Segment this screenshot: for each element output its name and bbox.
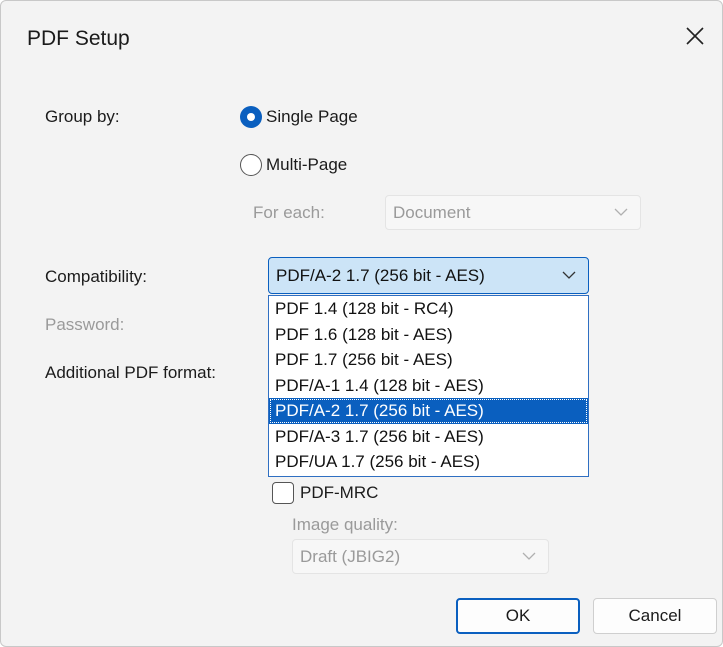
chevron-down-icon [522,552,536,560]
compatibility-selected-value: PDF/A-2 1.7 (256 bit - AES) [276,265,485,285]
single-page-label: Single Page [266,107,358,126]
dialog-title: PDF Setup [27,27,130,50]
radio-unchecked-indicator [240,154,262,176]
cancel-button[interactable]: Cancel [593,598,717,634]
close-icon [686,27,704,45]
radio-checked-indicator [240,106,262,128]
multi-page-label: Multi-Page [266,155,348,174]
image-quality-select[interactable]: Draft (JBIG2) [292,539,549,574]
compatibility-option[interactable]: PDF/UA 1.7 (256 bit - AES) [269,449,588,475]
image-quality-value: Draft (JBIG2) [300,546,401,566]
compatibility-option[interactable]: PDF/A-3 1.7 (256 bit - AES) [269,424,588,450]
pdf-mrc-checkbox[interactable]: PDF-MRC [272,482,378,504]
compatibility-option[interactable]: PDF/A-1 1.4 (128 bit - AES) [269,373,588,399]
close-button[interactable] [678,19,712,53]
image-quality-label: Image quality: [292,515,398,534]
chevron-down-icon [614,208,628,216]
pdf-mrc-label: PDF-MRC [300,483,379,502]
password-label: Password: [45,315,125,334]
pdf-setup-dialog: PDF Setup Group by: Single Page Multi-Pa… [0,0,723,647]
checkbox-box [272,482,294,504]
compatibility-option[interactable]: PDF 1.7 (256 bit - AES) [269,347,588,373]
compatibility-dropdown-list: PDF 1.4 (128 bit - RC4) PDF 1.6 (128 bit… [268,295,589,477]
for-each-label: For each: [253,203,325,222]
compatibility-select[interactable]: PDF/A-2 1.7 (256 bit - AES) [268,257,589,294]
chevron-down-icon [562,271,576,279]
for-each-value: Document [393,202,471,222]
compatibility-option[interactable]: PDF 1.4 (128 bit - RC4) [269,296,588,322]
multi-page-radio[interactable]: Multi-Page [240,154,347,176]
additional-pdf-format-label: Additional PDF format: [45,363,217,382]
ok-button[interactable]: OK [456,598,580,634]
single-page-radio[interactable]: Single Page [240,106,358,128]
for-each-select[interactable]: Document [385,195,641,230]
compatibility-label: Compatibility: [45,267,148,286]
compatibility-option[interactable]: PDF 1.6 (128 bit - AES) [269,322,588,348]
compatibility-option-selected[interactable]: PDF/A-2 1.7 (256 bit - AES) [269,398,588,424]
group-by-label: Group by: [45,107,120,126]
